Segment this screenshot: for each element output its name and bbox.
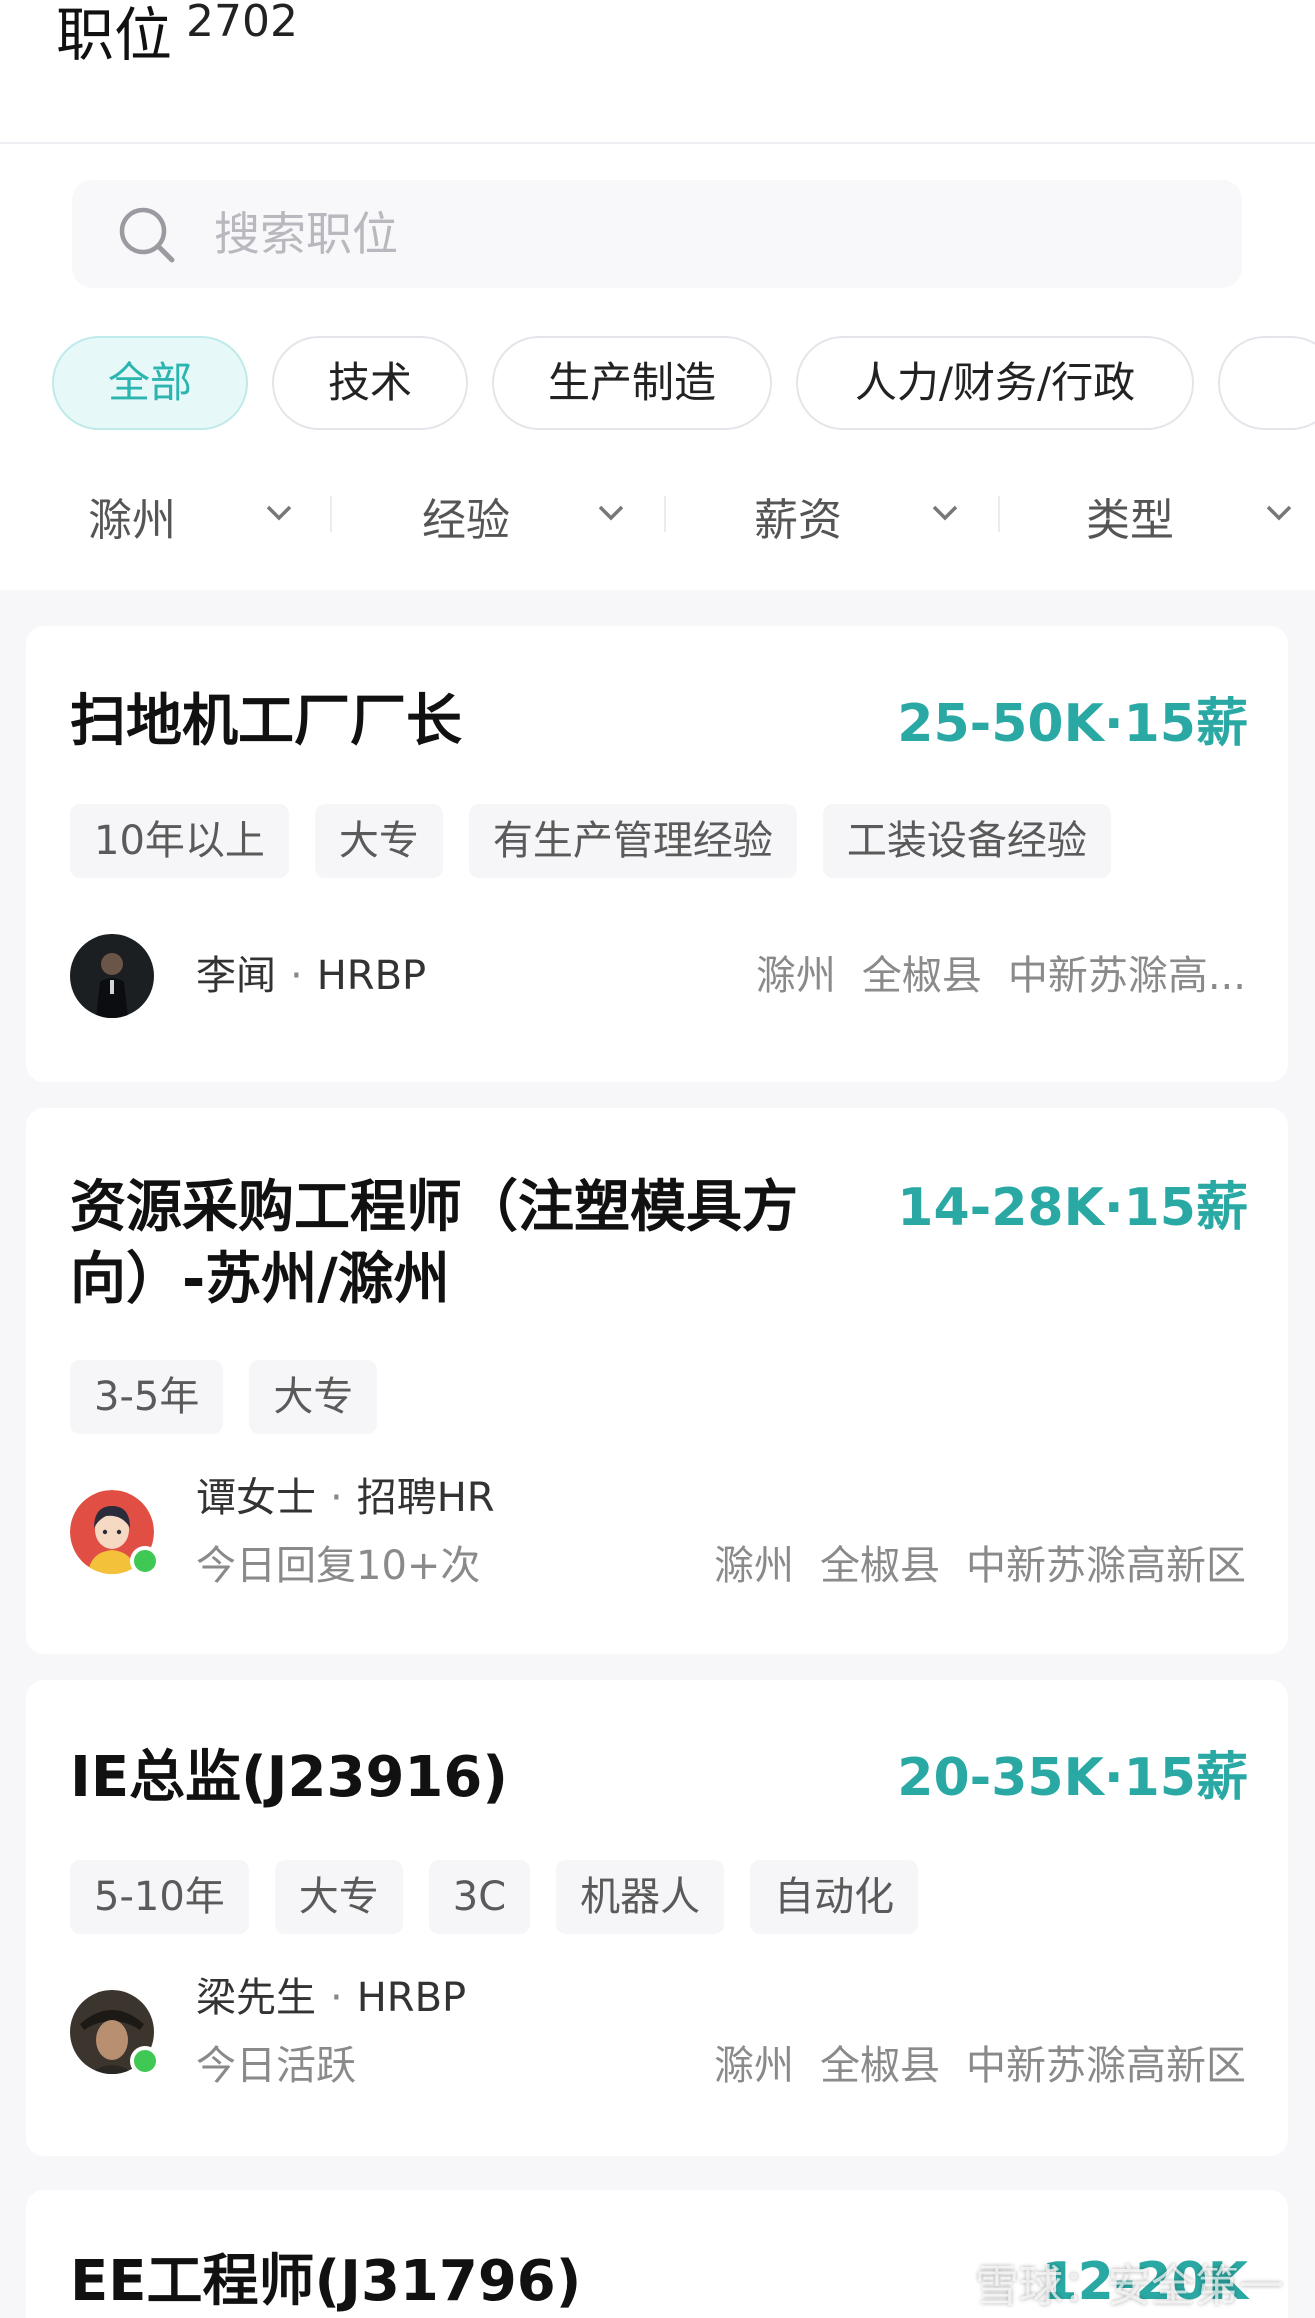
filter-salary-label: 薪资 xyxy=(754,495,842,546)
job-tag: 3C xyxy=(428,1860,531,1934)
recruiter-name: 李闻 xyxy=(196,953,276,999)
filter-experience-label: 经验 xyxy=(422,495,510,546)
filter-city-label: 滁州 xyxy=(88,495,176,546)
location-county: 全椒县 xyxy=(861,953,982,999)
job-tags: 10年以上 大专 有生产管理经验 工装设备经验 xyxy=(70,804,1137,878)
job-tag: 有生产管理经验 xyxy=(468,804,797,878)
filter-type-label: 类型 xyxy=(1086,495,1174,546)
job-card[interactable]: 资源采购工程师（注塑模具方 向）-苏州/滁州 14-28K·15薪 3-5年 大专… xyxy=(26,1108,1288,1654)
search-icon xyxy=(119,207,175,263)
page-title: 职位 xyxy=(56,1,173,69)
job-salary: 25-50K·15薪 xyxy=(897,694,1248,754)
location-county: 全椒县 xyxy=(820,2043,940,2089)
job-title: IE总监(J23916) xyxy=(70,1745,508,1810)
job-count: 2702 xyxy=(186,0,298,47)
job-card[interactable]: 扫地机工厂厂长 25-50K·15薪 10年以上 大专 有生产管理经验 工装设备经验 … xyxy=(26,626,1288,1082)
location-district: 中新苏滁高新区 xyxy=(966,1543,1246,1589)
job-tags: 3-5年 大专 xyxy=(70,1360,403,1434)
recruiter-role: HRBP xyxy=(316,953,427,999)
filter-salary[interactable]: 薪资 xyxy=(666,474,996,554)
job-card[interactable]: IE总监(J23916) 20-35K·15薪 5-10年 大专 3C 机器人 自动化 … xyxy=(26,1680,1288,2156)
recruiter-photo xyxy=(70,934,154,1018)
chevron-down-icon xyxy=(1266,505,1292,521)
chip-manufacturing[interactable]: 生产制造 xyxy=(492,336,772,430)
job-tag: 机器人 xyxy=(556,1860,725,1934)
category-chips: 全部 技术 生产制造 人力/财务/行政 xyxy=(52,336,1315,430)
chip-tech[interactable]: 技术 xyxy=(272,336,468,430)
title-row: 职位 2702 xyxy=(56,0,298,80)
recruiter-activity: 今日回复10+次 xyxy=(196,1543,481,1589)
job-title: EE工程师(J31796) xyxy=(70,2249,582,2314)
search-input[interactable] xyxy=(214,202,1114,266)
job-tag: 大专 xyxy=(274,1860,403,1934)
recruiter-info: 梁先生 · HRBP xyxy=(196,1970,466,2026)
chip-more[interactable] xyxy=(1218,336,1315,430)
filter-type[interactable]: 类型 xyxy=(1000,474,1315,554)
chevron-down-icon xyxy=(598,505,624,521)
chip-hr-finance-admin[interactable]: 人力/财务/行政 xyxy=(796,336,1194,430)
recruiter-role: HRBP xyxy=(356,1975,467,2021)
top-panel: 职位 2702 全部技术生产制造人力/财务/行政 滁州 经验 薪资 类型 xyxy=(0,0,1315,590)
job-salary: 14-28K·15薪 xyxy=(897,1178,1248,1238)
recruiter-info: 谭女士 · 招聘HR xyxy=(196,1470,495,1526)
filter-experience[interactable]: 经验 xyxy=(332,474,662,554)
chip-all[interactable]: 全部 xyxy=(52,336,248,430)
job-tag: 5-10年 xyxy=(70,1860,249,1934)
job-tag: 自动化 xyxy=(750,1860,919,1934)
chevron-down-icon xyxy=(266,505,292,521)
job-location: 滁州 全椒县 中新苏滁高新区 xyxy=(688,1538,1246,1594)
location-district: 中新苏滁高... xyxy=(1007,953,1246,999)
location-city: 滁州 xyxy=(755,953,836,999)
online-indicator xyxy=(130,1546,160,1576)
job-tag: 10年以上 xyxy=(70,804,289,878)
job-tag: 大专 xyxy=(249,1360,378,1434)
watermark: 雪球：安全第一 xyxy=(975,2261,1283,2312)
separator-dot: · xyxy=(330,1975,343,2021)
job-tags: 5-10年 大专 3C 机器人 自动化 xyxy=(70,1860,944,1934)
recruiter-role: 招聘HR xyxy=(356,1475,495,1521)
job-tag: 大专 xyxy=(314,804,443,878)
location-city: 滁州 xyxy=(714,2043,794,2089)
job-tag: 3-5年 xyxy=(70,1360,224,1434)
header-divider xyxy=(0,142,1315,144)
location-city: 滁州 xyxy=(714,1543,794,1589)
online-indicator xyxy=(130,2046,160,2076)
location-district: 中新苏滁高新区 xyxy=(966,2043,1246,2089)
filter-city[interactable]: 滁州 xyxy=(0,474,330,554)
chevron-down-icon xyxy=(932,505,958,521)
avatar[interactable] xyxy=(70,934,154,1018)
filter-bar: 滁州 经验 薪资 类型 xyxy=(0,474,1315,554)
job-salary: 20-35K·15薪 xyxy=(897,1748,1248,1808)
separator-dot: · xyxy=(290,953,303,999)
job-title: 扫地机工厂厂长 xyxy=(70,689,462,754)
search-bar[interactable] xyxy=(72,180,1242,288)
job-tag: 工装设备经验 xyxy=(822,804,1111,878)
separator-dot: · xyxy=(330,1475,343,1521)
job-location: 滁州 全椒县 中新苏滁高... xyxy=(730,948,1246,1004)
job-title-line: 向）-苏州/滁州 xyxy=(70,1247,450,1312)
location-county: 全椒县 xyxy=(820,1543,940,1589)
recruiter-name: 谭女士 xyxy=(196,1475,316,1521)
job-title: 资源采购工程师（注塑模具方 向）-苏州/滁州 xyxy=(70,1172,930,1316)
recruiter-info: 李闻 · HRBP xyxy=(196,948,426,1004)
job-location: 滁州 全椒县 中新苏滁高新区 xyxy=(688,2038,1246,2094)
job-title-line: 资源采购工程师（注塑模具方 xyxy=(70,1175,798,1240)
recruiter-name: 梁先生 xyxy=(196,1975,316,2021)
recruiter-activity: 今日活跃 xyxy=(196,2043,356,2089)
